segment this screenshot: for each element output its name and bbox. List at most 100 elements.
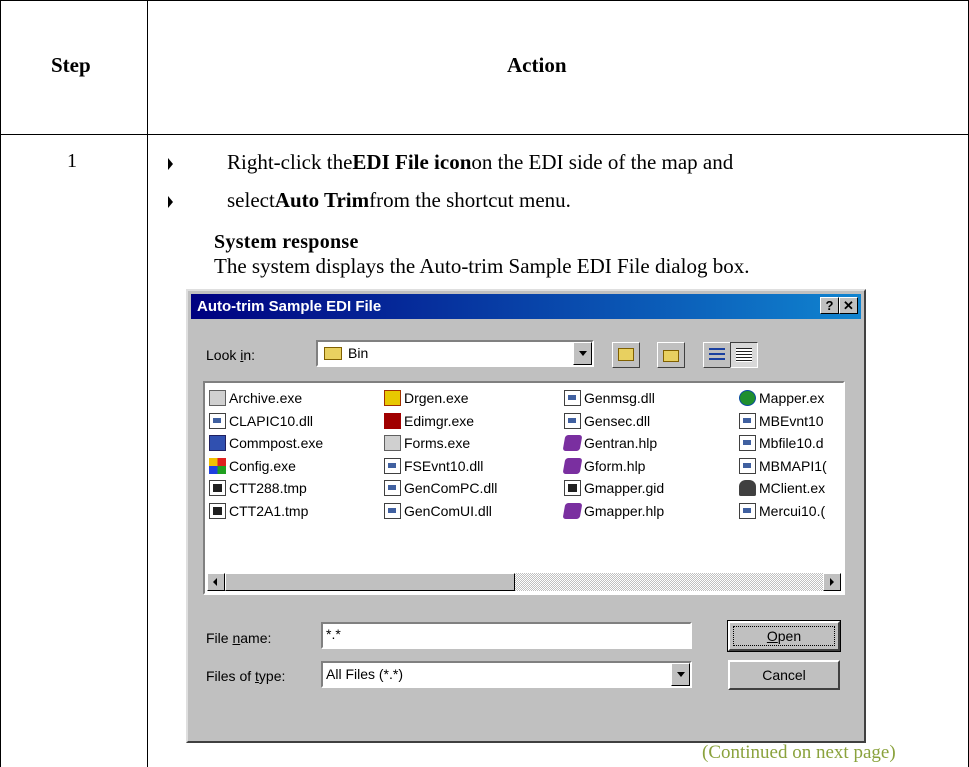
close-button[interactable]: ✕ (839, 297, 858, 314)
file-name: GenComPC.dll (404, 480, 498, 497)
header-row-divider (0, 134, 969, 135)
dll-file-icon (384, 457, 401, 474)
look-in-dropdown-button[interactable] (573, 342, 592, 365)
action-bullet-1: Right-click the EDI File icon on the EDI… (166, 150, 733, 175)
file-item[interactable]: Mercui10.( (739, 500, 827, 523)
file-item[interactable]: Edimgr.exe (384, 410, 497, 433)
file-name: FSEvnt10.dll (404, 457, 484, 474)
up-folder-icon (618, 348, 634, 361)
file-item[interactable]: MBMAPI1( (739, 455, 827, 478)
dll-file-icon (564, 412, 581, 429)
dll-file-icon (564, 390, 581, 407)
help-button[interactable]: ? (820, 297, 839, 314)
dll-file-icon (739, 457, 756, 474)
tmp-file-icon (564, 480, 581, 497)
up-one-level-button[interactable] (612, 342, 640, 368)
exe-file-icon (209, 390, 226, 407)
file-item[interactable]: Drgen.exe (384, 387, 497, 410)
file-item[interactable]: FSEvnt10.dll (384, 455, 497, 478)
file-item[interactable]: GenComUI.dll (384, 500, 497, 523)
list-view-button[interactable] (703, 342, 731, 368)
file-item[interactable]: MClient.ex (739, 477, 827, 500)
dll-file-icon (384, 480, 401, 497)
file-column: Archive.exe CLAPIC10.dll Commpost.exe Confi… (209, 387, 323, 522)
folder-icon (324, 347, 342, 360)
cancel-button[interactable]: Cancel (728, 660, 840, 690)
scroll-track[interactable] (515, 573, 823, 591)
file-item[interactable]: Gentran.hlp (562, 432, 664, 455)
edi-file-icon-term: EDI File icon (352, 150, 472, 174)
file-column: Mapper.ex MBEvnt10 Mbfile10.d MBMAPI1( MClie… (739, 387, 827, 522)
step-number: 1 (67, 150, 77, 172)
file-item[interactable]: Archive.exe (209, 387, 323, 410)
scroll-right-button[interactable] (823, 573, 841, 591)
list-view-icon (709, 348, 725, 362)
globe-file-icon (739, 390, 756, 407)
hlp-file-icon (562, 457, 583, 474)
file-name: CTT2A1.tmp (229, 502, 309, 519)
dialog-titlebar[interactable]: Auto-trim Sample EDI File ? ✕ (191, 294, 861, 319)
file-name: Gmapper.hlp (584, 502, 665, 519)
look-in-combo[interactable]: Bin (316, 340, 594, 367)
file-item[interactable]: Mbfile10.d (739, 432, 827, 455)
horizontal-scrollbar[interactable] (207, 573, 841, 591)
file-item[interactable]: Commpost.exe (209, 432, 323, 455)
continued-note: (Continued on next page) (702, 742, 896, 763)
file-item[interactable]: Gmapper.gid (564, 477, 664, 500)
file-column: Genmsg.dll Gensec.dll Gentran.hlp Gform.hlp… (562, 387, 665, 523)
scroll-thumb[interactable] (225, 573, 515, 591)
auto-trim-dialog: Auto-trim Sample EDI File ? ✕ Look in: B… (186, 289, 866, 743)
create-new-folder-button[interactable] (657, 342, 685, 368)
file-item[interactable]: Gensec.dll (564, 410, 664, 433)
bullet-icon (168, 157, 173, 170)
scroll-left-button[interactable] (207, 573, 225, 591)
file-name: Config.exe (229, 457, 296, 474)
table-left-border (0, 0, 1, 767)
step-column-header: Step (51, 53, 91, 77)
file-item[interactable]: Config.exe (209, 455, 323, 478)
file-name: Drgen.exe (404, 390, 469, 407)
files-of-type-value: All Files (*.*) (326, 666, 404, 682)
file-name: Mbfile10.d (759, 435, 824, 452)
action-column-header: Action (507, 53, 567, 77)
files-of-type-select[interactable]: All Files (*.*) (321, 661, 692, 688)
file-item[interactable]: Forms.exe (384, 432, 497, 455)
files-of-type-dropdown-button[interactable] (671, 663, 690, 686)
open-button[interactable]: Open (727, 620, 841, 652)
file-name: Gentran.hlp (584, 435, 658, 452)
file-item[interactable]: CTT2A1.tmp (209, 500, 323, 523)
win-file-icon (209, 457, 226, 474)
mail-file-icon (384, 390, 401, 407)
file-item[interactable]: Gform.hlp (562, 455, 664, 478)
file-name: Commpost.exe (229, 435, 324, 452)
details-view-icon (736, 348, 752, 362)
look-in-label: Look in: (206, 347, 256, 363)
file-name-label: File name: (206, 630, 272, 646)
files-of-type-label: Files of type: (206, 668, 286, 684)
exe-file-icon (384, 435, 401, 452)
file-item[interactable]: MBEvnt10 (739, 410, 827, 433)
file-name: MBEvnt10 (759, 412, 824, 429)
file-name: Genmsg.dll (584, 390, 655, 407)
file-name: Gensec.dll (584, 412, 651, 429)
redx-file-icon (384, 412, 401, 429)
action-bullet-2: select Auto Trim from the shortcut menu. (166, 188, 571, 213)
details-view-button[interactable] (730, 342, 758, 368)
pc-file-icon (209, 435, 226, 452)
dll-file-icon (209, 412, 226, 429)
file-list[interactable]: Archive.exe CLAPIC10.dll Commpost.exe Confi… (203, 381, 845, 595)
file-item[interactable]: GenComPC.dll (384, 477, 497, 500)
file-name: Gform.hlp (584, 457, 646, 474)
file-item[interactable]: Gmapper.hlp (562, 500, 665, 523)
file-item[interactable]: Mapper.ex (739, 387, 827, 410)
dll-file-icon (384, 502, 401, 519)
file-item[interactable]: CLAPIC10.dll (209, 410, 323, 433)
file-name-input[interactable]: *.* (321, 622, 692, 649)
file-name-value: *.* (326, 626, 341, 642)
file-name: MClient.ex (759, 480, 826, 497)
file-item[interactable]: Genmsg.dll (564, 387, 664, 410)
auto-trim-term: Auto Trim (274, 188, 370, 212)
look-in-value: Bin (348, 345, 369, 361)
file-item[interactable]: CTT288.tmp (209, 477, 323, 500)
file-name: Gmapper.gid (584, 480, 665, 497)
